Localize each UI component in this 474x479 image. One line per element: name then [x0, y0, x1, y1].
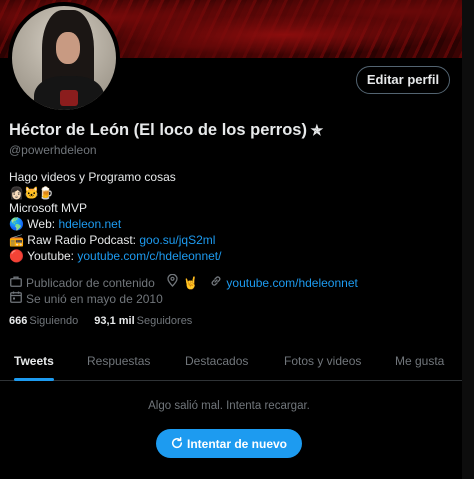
tab-respuestas-label: Respuestas [87, 354, 151, 368]
feed-error-message: Algo salió mal. Intenta recargar. [148, 400, 310, 412]
profile-name: Héctor de León (El loco de los perros) ✯ [9, 121, 323, 140]
link-icon [209, 275, 222, 291]
tab-active-indicator [14, 378, 54, 381]
profile-meta: Publicador de contenido 🤘 youtube.com/hd… [9, 273, 358, 308]
following-count: 666 [9, 315, 28, 327]
retry-button-label: Intentar de nuevo [186, 437, 287, 451]
briefcase-icon [9, 275, 22, 291]
bio-emoji-line: 👩🏻🐱🍺 [9, 186, 221, 202]
bio-web-link[interactable]: hdeleon.net [58, 217, 121, 231]
bio-line-1: Hago videos y Programo cosas [9, 170, 176, 184]
meta-category: Publicador de contenido [26, 276, 155, 290]
tab-destacados-label: Destacados [185, 354, 249, 368]
profile-tabs: Tweets Respuestas Destacados Fotos y vid… [0, 341, 462, 381]
cat-emoji-icon: 🐱 [23, 185, 39, 200]
bio-line-mvp: Microsoft MVP [9, 201, 88, 216]
rock-hand-icon: 🤘 [183, 276, 199, 290]
edit-profile-button[interactable]: Editar perfil [356, 66, 450, 94]
bio-radio-line: 📻 Raw Radio Podcast: goo.su/jqS2ml [9, 233, 221, 249]
red-circle-icon: 🔴 [9, 248, 24, 263]
tab-respuestas[interactable]: Respuestas [87, 341, 150, 381]
tab-tweets-label: Tweets [14, 354, 54, 368]
radio-icon: 📻 [9, 232, 24, 247]
profile-stats: 666 Siguiendo 93,1 mil Seguidores [9, 315, 192, 327]
scrollbar-track[interactable] [462, 0, 474, 479]
bio-web-line: 🌎 Web: hdeleon.net [9, 217, 221, 233]
beer-emoji-icon: 🍺 [38, 185, 54, 200]
meta-website-link[interactable]: youtube.com/hdeleonnet [226, 276, 357, 290]
followers-count: 93,1 mil [94, 315, 135, 327]
woman-emoji-icon: 👩🏻 [9, 185, 24, 200]
followers-label: Seguidores [136, 315, 193, 327]
bio-youtube-link[interactable]: youtube.com/c/hdeleonnet/ [77, 249, 221, 263]
globe-icon: 🌎 [9, 217, 24, 232]
avatar[interactable] [8, 2, 120, 114]
followers-link[interactable]: 93,1 mil Seguidores [94, 315, 192, 327]
avatar-shirt-print [60, 90, 78, 106]
bio-youtube-line: 🔴 Youtube: youtube.com/c/hdeleonnet/ [9, 249, 221, 265]
retry-button[interactable]: Intentar de nuevo [156, 429, 302, 458]
refresh-icon [171, 429, 183, 458]
bio-radio-label: Raw Radio Podcast: [27, 232, 137, 247]
profile-handle: @powerhdeleon [9, 143, 97, 157]
bio-web-label: Web: [27, 217, 56, 232]
meta-row-1: Publicador de contenido 🤘 youtube.com/hd… [9, 273, 358, 291]
following-label: Siguiendo [29, 315, 79, 327]
profile-name-text: Héctor de León (El loco de los perros) [9, 121, 307, 139]
profile-bio: Hago videos y Programo cosas 👩🏻🐱🍺 Micros… [9, 170, 221, 264]
meta-joined: Se unió en mayo de 2010 [26, 292, 163, 306]
tab-me-gusta[interactable]: Me gusta [395, 341, 444, 381]
location-pin-icon [166, 273, 179, 291]
tab-fotos-y-videos[interactable]: Fotos y videos [284, 341, 361, 381]
tab-tweets[interactable]: Tweets [14, 341, 54, 381]
meta-row-2: Se unió en mayo de 2010 [9, 291, 358, 307]
avatar-face [56, 32, 80, 64]
calendar-icon [9, 291, 22, 307]
tab-destacados[interactable]: Destacados [185, 341, 248, 381]
tab-me-gusta-label: Me gusta [395, 354, 445, 368]
bio-youtube-label: Youtube: [27, 248, 75, 263]
following-link[interactable]: 666 Siguiendo [9, 315, 78, 327]
bio-radio-link[interactable]: goo.su/jqS2ml [139, 233, 215, 247]
tab-fotos-label: Fotos y videos [284, 354, 362, 368]
star-icon: ✯ [310, 122, 323, 138]
